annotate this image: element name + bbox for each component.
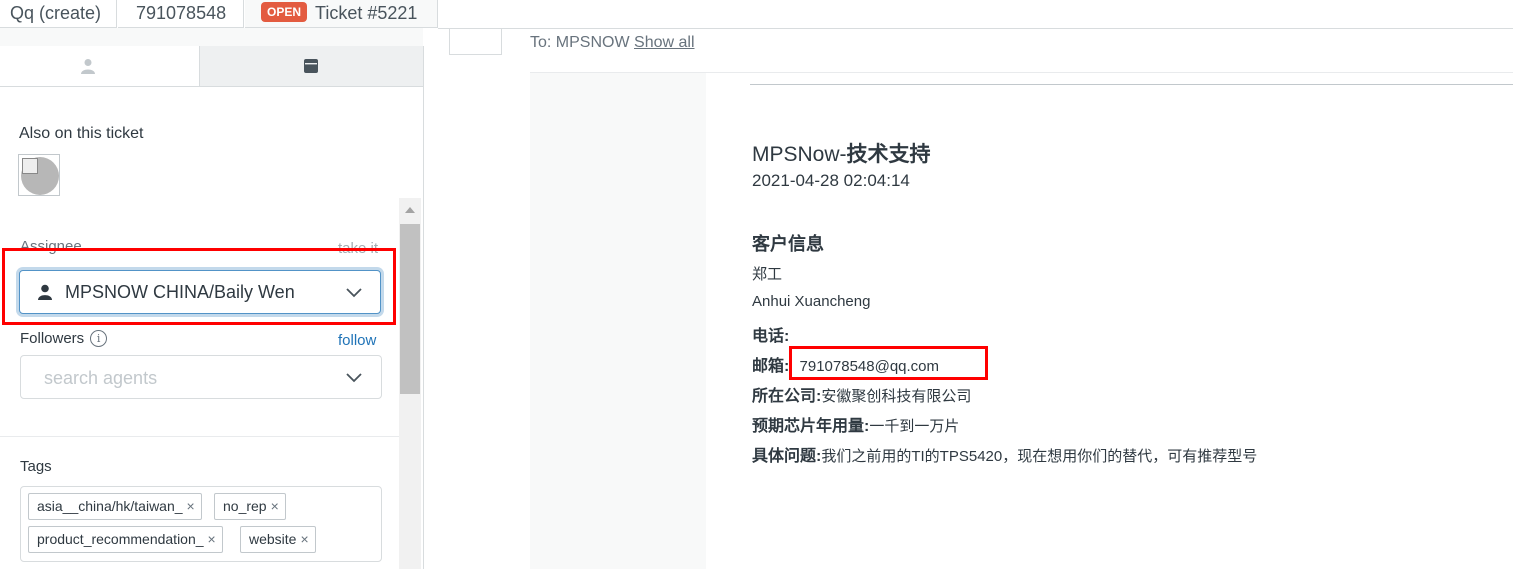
email-title-brand: MPSNow-	[752, 143, 847, 166]
tag-label: website	[249, 531, 297, 547]
annotation-highlight	[789, 346, 988, 380]
customer-location: Anhui Xuancheng	[752, 293, 871, 310]
phone-row: 电话:	[752, 322, 789, 346]
tag-remove-icon[interactable]: ×	[187, 498, 195, 514]
ticket-tab-bar: Qq (create) 791078548 OPEN Ticket #5221	[0, 0, 1513, 28]
followers-placeholder: search agents	[44, 368, 158, 388]
tab-ticket[interactable]: OPEN Ticket #5221	[245, 0, 438, 28]
volume-value: 一千到一万片	[869, 418, 960, 435]
ticket-sidebar: Also on this ticket Assignee take it MPS…	[0, 46, 424, 569]
section-divider	[0, 436, 399, 437]
tags-input[interactable]: asia__china/hk/taiwan_ × no_rep × product_…	[20, 486, 382, 562]
tags-label: Tags	[20, 458, 52, 475]
recipient-line: To: MPSNOW Show all	[530, 34, 695, 52]
company-label: 所在公司:	[752, 388, 822, 405]
panel-header-strip	[0, 28, 423, 46]
avatar[interactable]	[18, 154, 60, 196]
annotation-highlight	[2, 248, 396, 325]
scroll-up-arrow-icon[interactable]	[405, 207, 415, 213]
tab-new-user[interactable]: Qq (create)	[0, 0, 117, 28]
also-on-ticket-heading: Also on this ticket	[19, 125, 144, 142]
volume-label: 预期芯片年用量:	[752, 418, 870, 435]
issue-label: 具体问题:	[752, 448, 822, 465]
tab-label: Qq (create)	[10, 3, 102, 23]
volume-row: 预期芯片年用量:一千到一万片	[752, 412, 959, 436]
tab-requester-info[interactable]	[0, 46, 199, 87]
tab-user[interactable]: 791078548	[118, 0, 244, 28]
company-value: 安徽聚创科技有限公司	[821, 388, 972, 405]
customer-info-heading: 客户信息	[752, 234, 824, 254]
tag-label: asia__china/hk/taiwan_	[37, 498, 183, 514]
show-all-link[interactable]: Show all	[634, 34, 694, 51]
email-rule	[750, 84, 1513, 85]
tag-chip: no_rep ×	[214, 493, 286, 520]
message-avatar-box	[449, 28, 502, 55]
chevron-down-icon	[346, 373, 362, 383]
tab-label: Ticket #5221	[315, 3, 418, 23]
recipient-text: To: MPSNOW	[530, 34, 630, 51]
email-datetime: 2021-04-28 02:04:14	[752, 171, 910, 190]
broken-image-icon	[22, 158, 38, 174]
followers-label: Followers i	[20, 330, 108, 347]
company-row: 所在公司:安徽聚创科技有限公司	[752, 382, 971, 406]
email-title: MPSNow-技术支持	[752, 138, 931, 168]
tag-remove-icon[interactable]: ×	[300, 531, 308, 547]
card-icon	[304, 59, 318, 73]
tag-label: product_recommendation_	[37, 531, 204, 547]
scroll-thumb[interactable]	[400, 224, 420, 394]
issue-value: 我们之前用的TI的TPS5420，现在想用你们的替代，可有推荐型号	[821, 448, 1258, 465]
status-badge: OPEN	[261, 2, 308, 22]
tabbar-divider	[438, 28, 1513, 29]
info-icon[interactable]: i	[90, 330, 108, 347]
tag-remove-icon[interactable]: ×	[271, 498, 279, 514]
phone-label: 电话:	[752, 328, 790, 345]
tag-chip: product_recommendation_ ×	[28, 526, 223, 553]
customer-name: 郑工	[752, 266, 783, 283]
followers-label-text: Followers	[20, 330, 85, 347]
issue-row: 具体问题:我们之前用的TI的TPS5420，现在想用你们的替代，可有推荐型号	[752, 442, 1257, 466]
tag-chip: website ×	[240, 526, 316, 553]
email-label: 邮箱:	[752, 358, 790, 375]
sidebar-scrollbar[interactable]	[399, 198, 421, 569]
follow-link[interactable]: follow	[338, 332, 376, 349]
followers-select[interactable]: search agents	[20, 355, 382, 399]
email-title-rest: 技术支持	[846, 143, 931, 166]
tag-label: no_rep	[223, 498, 267, 514]
tab-ticket-properties[interactable]	[199, 46, 423, 87]
tag-remove-icon[interactable]: ×	[208, 531, 216, 547]
tag-chip: asia__china/hk/taiwan_ ×	[28, 493, 202, 520]
tab-label: 791078548	[136, 3, 227, 23]
user-icon	[81, 59, 95, 74]
